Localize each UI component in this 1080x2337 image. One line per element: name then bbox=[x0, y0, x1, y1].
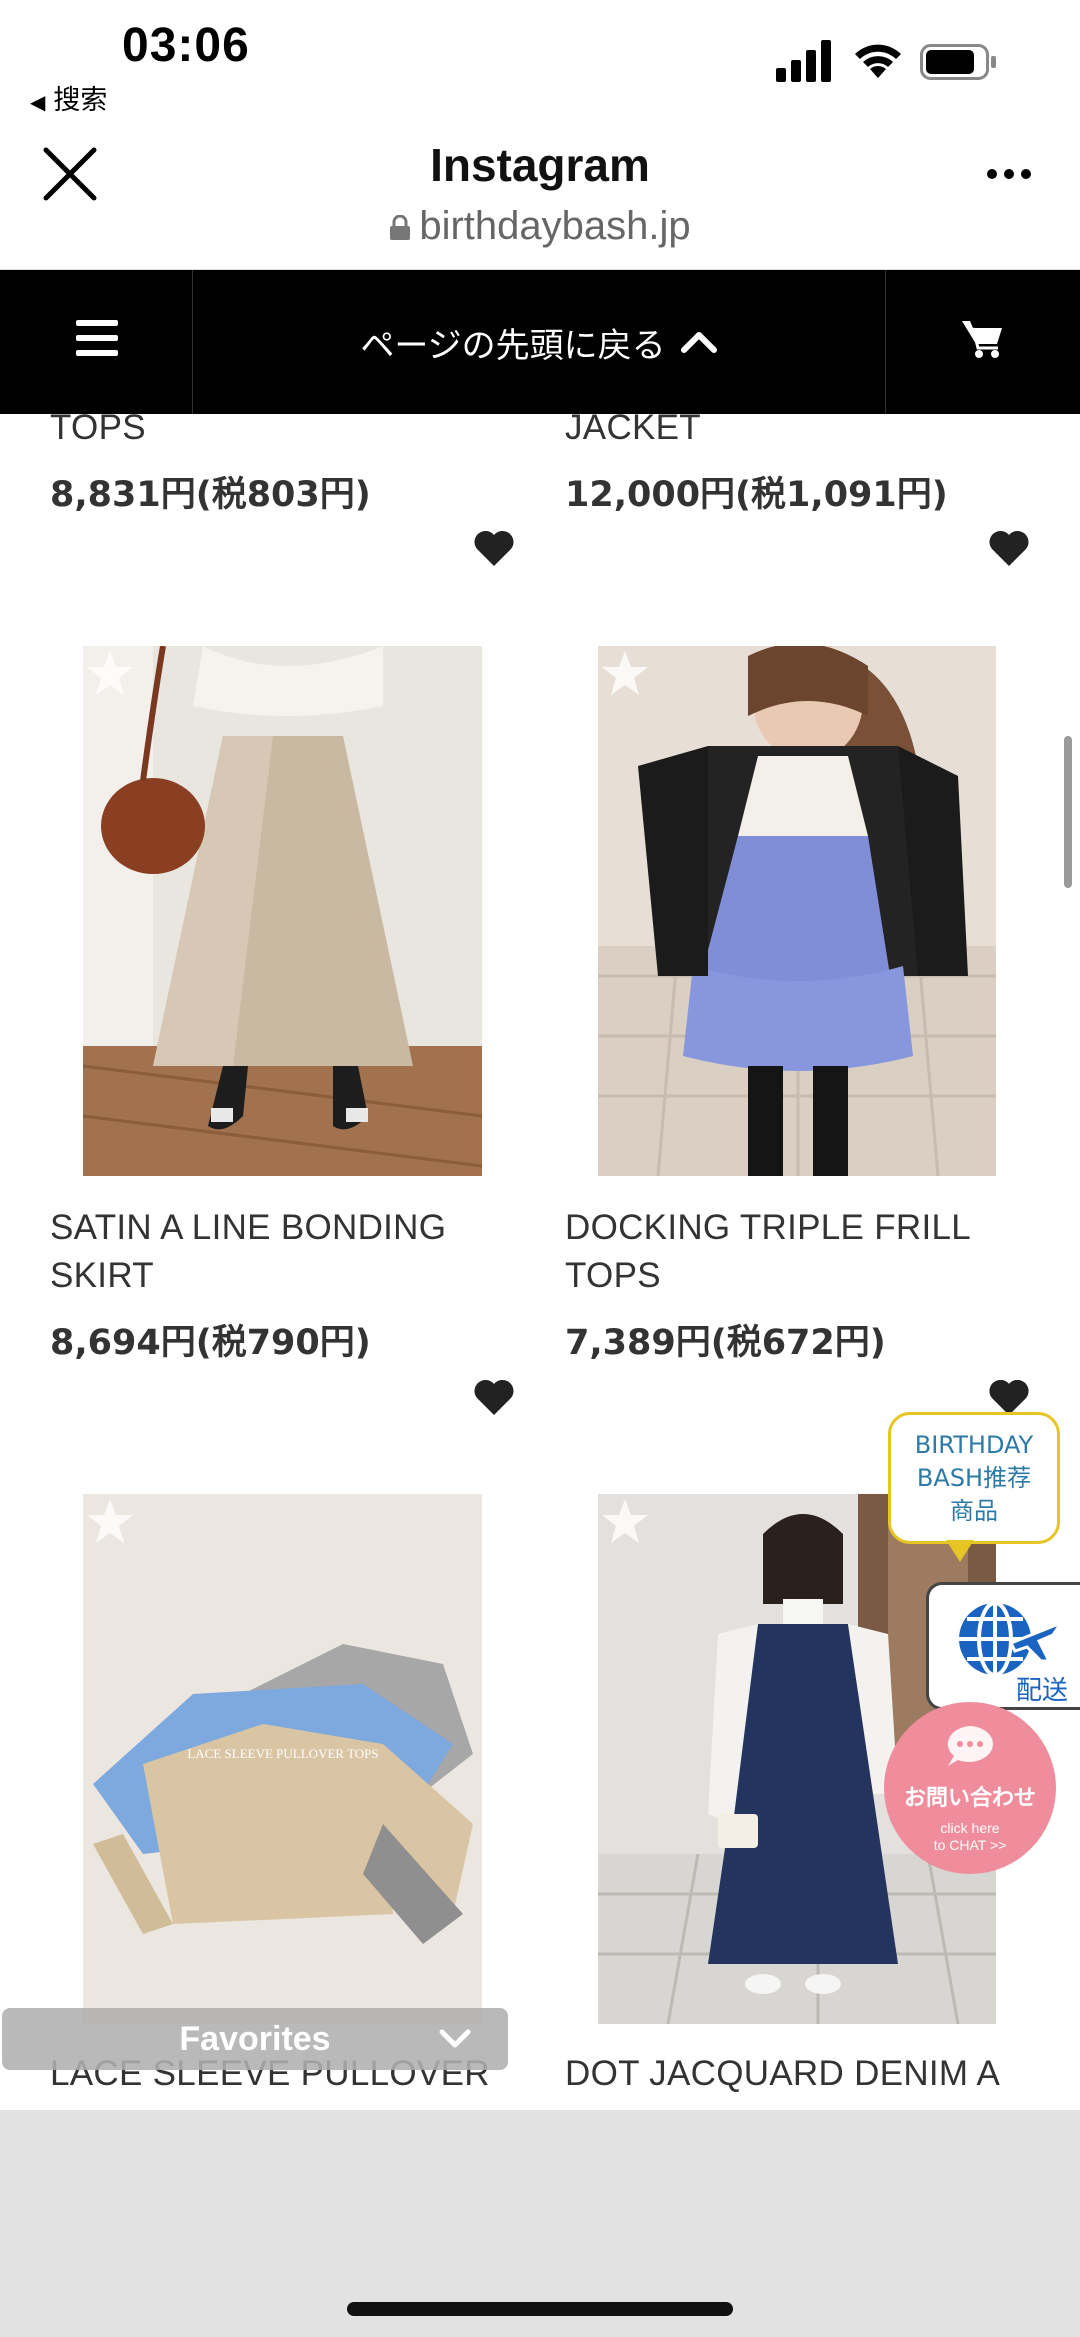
browser-url[interactable]: birthdaybash.jp bbox=[0, 204, 1080, 249]
more-options-icon[interactable] bbox=[986, 168, 1032, 180]
cart-button[interactable] bbox=[885, 270, 1080, 414]
site-nav-bar: ページの先頭に戻る bbox=[0, 270, 1080, 414]
chat-sub-line: to CHAT >> bbox=[933, 1837, 1007, 1853]
chat-sub-line: click here bbox=[940, 1820, 1000, 1836]
star-icon bbox=[87, 1499, 133, 1543]
product-image-frill-tops[interactable] bbox=[598, 646, 996, 1176]
recommend-line: BIRTHDAY bbox=[914, 1431, 1034, 1459]
product-name[interactable]: SATIN A LINE BONDING SKIRT bbox=[50, 1204, 446, 1300]
photo-caption: LACE SLEEVE PULLOVER TOPS bbox=[187, 1746, 378, 1761]
back-triangle-icon: ◀ bbox=[30, 90, 46, 114]
bubble-tail bbox=[946, 1540, 974, 1562]
chat-main-label: お問い合わせ bbox=[903, 1786, 1036, 1811]
favorite-heart-icon[interactable] bbox=[472, 528, 516, 568]
cellular-signal-icon bbox=[776, 40, 831, 82]
back-to-top-label: ページの先頭に戻る bbox=[360, 325, 666, 366]
browser-title: Instagram bbox=[430, 139, 650, 191]
recommend-line: BASH推荐 bbox=[916, 1464, 1032, 1492]
favorite-heart-icon[interactable] bbox=[987, 528, 1031, 568]
status-bar: 03:06 ◀ 搜索 bbox=[0, 0, 1080, 130]
recommend-bubble[interactable]: BIRTHDAY BASH推荐 商品 bbox=[888, 1412, 1060, 1544]
favorites-label: Favorites bbox=[179, 2020, 331, 2058]
product-name-line: DOCKING TRIPLE FRILL bbox=[565, 1208, 972, 1247]
star-icon bbox=[602, 651, 648, 695]
product-price: 8,831円(税803円) bbox=[50, 475, 371, 515]
star-icon bbox=[602, 1499, 648, 1543]
chat-contact-button[interactable]: お問い合わせ click here to CHAT >> bbox=[884, 1702, 1056, 1874]
chevron-down-icon bbox=[439, 2029, 471, 2048]
hamburger-icon bbox=[76, 320, 118, 356]
back-app-label: 搜索 bbox=[53, 85, 108, 116]
favorite-heart-icon[interactable] bbox=[472, 1377, 516, 1417]
product-name[interactable]: DOCKING TRIPLE FRILL TOPS bbox=[565, 1204, 971, 1300]
chevron-up-icon bbox=[680, 332, 717, 353]
product-name[interactable]: TOPS bbox=[50, 404, 146, 452]
product-name[interactable]: JACKET bbox=[565, 404, 701, 452]
browser-header: Instagram birthdaybash.jp bbox=[0, 130, 1080, 270]
product-name-line: SATIN A LINE BONDING bbox=[50, 1208, 447, 1247]
menu-button[interactable] bbox=[0, 270, 193, 414]
chat-bubble-icon bbox=[947, 1726, 993, 1766]
product-price: 8,694円(税790円) bbox=[50, 1323, 371, 1363]
home-indicator[interactable] bbox=[347, 2302, 733, 2316]
chat-sub-label: click here to CHAT >> bbox=[884, 1820, 1056, 1854]
favorites-bar[interactable]: Favorites bbox=[2, 2008, 508, 2070]
shipping-label: 配送 bbox=[1015, 1676, 1068, 1706]
worldwide-shipping-button[interactable]: 配送 bbox=[926, 1582, 1080, 1710]
star-icon bbox=[87, 651, 133, 695]
product-name[interactable]: DOT JACQUARD DENIM A bbox=[565, 2050, 1000, 2098]
scrollbar[interactable] bbox=[1064, 736, 1072, 888]
back-to-top-button[interactable]: ページの先頭に戻る bbox=[194, 270, 884, 414]
url-text: birthdaybash.jp bbox=[419, 204, 691, 248]
battery-icon bbox=[920, 44, 996, 80]
product-name-line: TOPS bbox=[565, 1256, 661, 1295]
back-to-app-link[interactable]: ◀ 搜索 bbox=[30, 78, 107, 117]
recommend-line: 商品 bbox=[950, 1497, 998, 1525]
wifi-icon bbox=[855, 44, 901, 78]
lock-icon bbox=[390, 215, 411, 240]
globe-plane-icon bbox=[959, 1601, 1065, 1677]
product-price: 7,389円(税672円) bbox=[565, 1323, 886, 1363]
product-image-skirt[interactable] bbox=[83, 646, 482, 1176]
cart-icon bbox=[962, 321, 1002, 358]
favorite-heart-icon[interactable] bbox=[987, 1377, 1031, 1417]
product-price: 12,000円(税1,091円) bbox=[565, 475, 948, 515]
product-image-pullover[interactable]: LACE SLEEVE PULLOVER TOPS bbox=[83, 1494, 482, 2024]
status-time: 03:06 bbox=[122, 19, 250, 72]
product-name-line: SKIRT bbox=[50, 1256, 154, 1295]
